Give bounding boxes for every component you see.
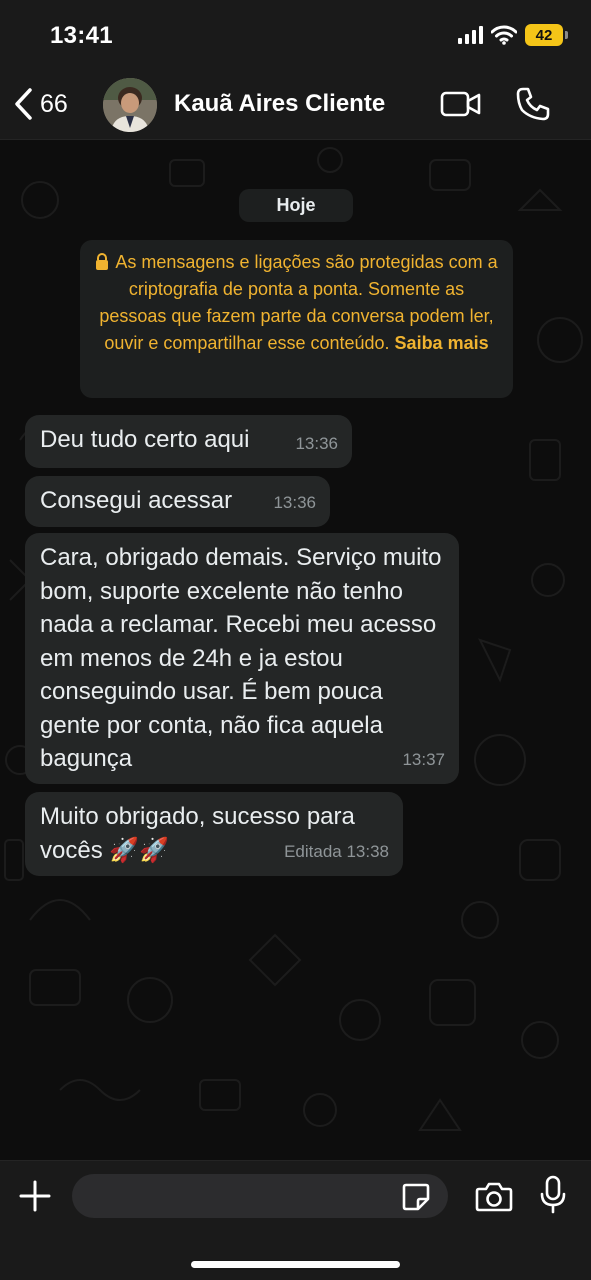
plus-icon bbox=[19, 1180, 51, 1212]
status-bar: 13:41 42 bbox=[0, 0, 591, 70]
camera-button[interactable] bbox=[475, 1181, 513, 1218]
message-edited-time: Editada 13:38 bbox=[284, 841, 389, 861]
chevron-left-icon bbox=[15, 88, 32, 120]
encryption-notice[interactable]: As mensagens e ligações são protegidas c… bbox=[80, 240, 513, 398]
message-time: 13:37 bbox=[402, 749, 445, 769]
wifi-icon bbox=[491, 25, 517, 45]
chat-screen: 13:41 42 66 Kauã Aires Cliente Hoje As m… bbox=[0, 0, 591, 1280]
message-composer bbox=[0, 1160, 591, 1280]
status-icons: 42 bbox=[457, 24, 568, 46]
back-button[interactable]: 66 bbox=[12, 84, 68, 124]
message-text: Consegui acessar bbox=[40, 487, 233, 514]
avatar-photo bbox=[103, 78, 157, 132]
video-call-icon bbox=[440, 91, 481, 117]
status-time: 13:41 bbox=[50, 22, 113, 49]
message-text: Deu tudo certo aqui bbox=[40, 426, 250, 453]
message-bubble[interactable]: Muito obrigado, sucesso para vocês 🚀🚀 Ed… bbox=[25, 792, 403, 876]
phone-icon bbox=[516, 87, 550, 121]
voice-call-button[interactable] bbox=[515, 86, 551, 127]
message-bubble[interactable]: Consegui acessar 13:36 bbox=[25, 476, 330, 527]
lock-icon bbox=[96, 253, 109, 270]
message-time: 13:36 bbox=[295, 433, 338, 453]
battery-icon: 42 bbox=[525, 24, 568, 46]
chat-area[interactable]: Hoje As mensagens e ligações são protegi… bbox=[0, 140, 591, 1160]
attach-button[interactable] bbox=[18, 1179, 52, 1218]
message-bubble[interactable]: Cara, obrigado demais. Serviço muito bom… bbox=[25, 533, 459, 784]
contact-name[interactable]: Kauã Aires Cliente bbox=[174, 90, 385, 118]
unread-count: 66 bbox=[40, 89, 68, 118]
sticker-icon bbox=[402, 1183, 430, 1211]
message-bubble[interactable]: Deu tudo certo aqui 13:36 bbox=[25, 415, 352, 468]
message-text: Cara, obrigado demais. Serviço muito bom… bbox=[40, 544, 442, 772]
sticker-button[interactable] bbox=[401, 1182, 431, 1217]
learn-more-link[interactable]: Saiba mais bbox=[395, 333, 489, 353]
message-input[interactable] bbox=[72, 1174, 448, 1218]
date-separator: Hoje bbox=[239, 189, 353, 222]
signal-icon bbox=[458, 26, 483, 44]
voice-message-button[interactable] bbox=[540, 1175, 566, 1220]
video-call-button[interactable] bbox=[440, 90, 482, 123]
microphone-icon bbox=[540, 1175, 566, 1214]
message-time: 13:36 bbox=[273, 492, 316, 512]
avatar[interactable] bbox=[103, 78, 157, 132]
camera-icon bbox=[475, 1182, 513, 1212]
battery-level: 42 bbox=[535, 26, 553, 44]
home-indicator bbox=[191, 1261, 400, 1268]
chat-header: 66 Kauã Aires Cliente bbox=[0, 70, 591, 140]
